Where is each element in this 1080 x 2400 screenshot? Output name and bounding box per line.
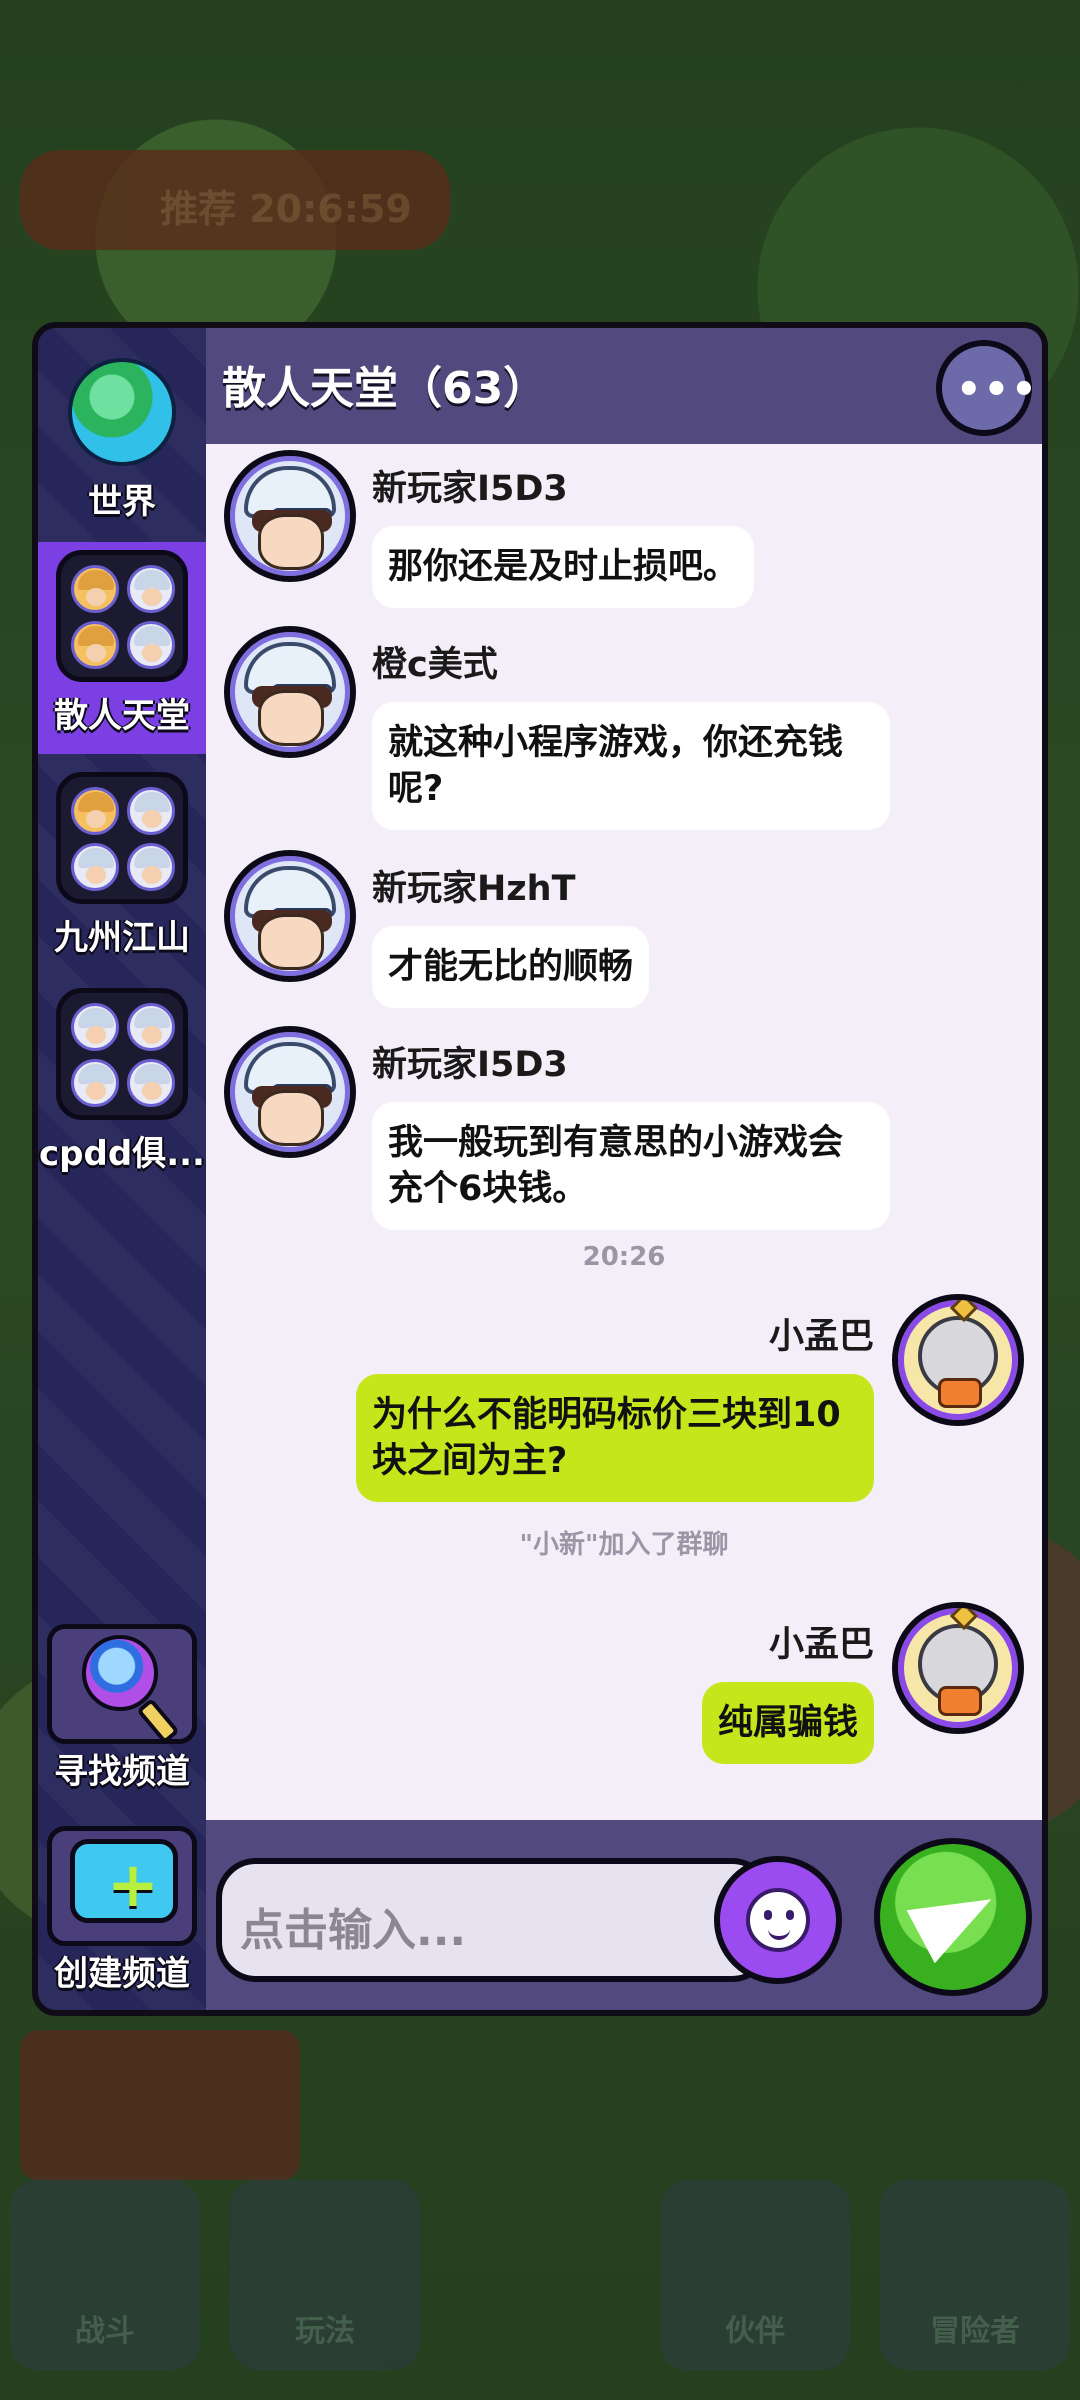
background-tile-label: 战斗	[75, 2314, 135, 2349]
avatar	[127, 621, 175, 669]
chat-area: 散人天堂（63） ••• 新玩家I5D3 那你还是及时止损吧。 橙c美式 就这种	[206, 328, 1042, 2010]
globe-icon	[68, 358, 176, 466]
create-channel-label: 创建频道	[54, 1954, 190, 1994]
message-bubble: 我一般玩到有意思的小游戏会充个6块钱。	[372, 1102, 890, 1230]
channel-avatar-grid	[56, 988, 188, 1120]
background-banner-text: 推荐 20:6:59	[160, 187, 412, 231]
channel-avatar-grid	[56, 772, 188, 904]
more-icon: •••	[956, 367, 1039, 413]
system-notice: "小新"加入了群聊	[519, 1530, 729, 1560]
message-input-placeholder: 点击输入...	[240, 1905, 467, 1956]
background-tile-label: 伙伴	[725, 2314, 785, 2349]
background-tile: 玩法	[230, 2180, 420, 2370]
avatar[interactable]	[224, 450, 356, 582]
message-timestamp: 20:26	[582, 1242, 666, 1272]
message-list[interactable]: 新玩家I5D3 那你还是及时止损吧。 橙c美式 就这种小程序游戏，你还充钱呢? …	[206, 444, 1042, 1820]
message-sender: 小孟巴	[768, 1625, 874, 1665]
channel-sidebar: 世界 散人天堂 九州江山 cpdd俱... 寻找频道 + 创建频道	[38, 328, 206, 2010]
avatar	[71, 843, 119, 891]
background-tile-label: 冒险者	[930, 2314, 1020, 2349]
avatar	[71, 621, 119, 669]
background-tile: 冒险者	[880, 2180, 1070, 2370]
avatar	[71, 1003, 119, 1051]
message-input[interactable]: 点击输入...	[216, 1858, 772, 1982]
send-button[interactable]	[874, 1838, 1032, 1996]
add-chat-icon: +	[47, 1826, 197, 1946]
find-channel-button[interactable]: 寻找频道	[42, 1624, 202, 1793]
background-bottom-bar: 战斗 玩法 伙伴 冒险者	[0, 1960, 1080, 2400]
avatar	[127, 843, 175, 891]
avatar[interactable]	[224, 1026, 356, 1158]
avatar[interactable]	[892, 1294, 1024, 1426]
message-bubble: 为什么不能明码标价三块到10块之间为主?	[356, 1374, 874, 1502]
message-sender: 小孟巴	[768, 1317, 874, 1357]
message-bubble: 才能无比的顺畅	[372, 926, 650, 1008]
message-bubble: 纯属骗钱	[701, 1682, 874, 1764]
avatar[interactable]	[224, 850, 356, 982]
sidebar-item-channel-2[interactable]: 九州江山	[38, 764, 206, 964]
channel-avatar-grid	[56, 550, 188, 682]
message-sender: 橙c美式	[372, 645, 498, 685]
page-title: 散人天堂（63）	[222, 363, 548, 414]
smiley-icon	[746, 1888, 810, 1952]
avatar[interactable]	[224, 626, 356, 758]
sidebar-item-label: cpdd俱...	[39, 1134, 205, 1174]
sidebar-item-channel-3[interactable]: cpdd俱...	[38, 980, 206, 1180]
input-bar: 点击输入...	[206, 1820, 1042, 2010]
background-tile: 战斗	[10, 2180, 200, 2370]
message-bubble: 那你还是及时止损吧。	[372, 526, 755, 608]
message-bubble: 就这种小程序游戏，你还充钱呢?	[372, 702, 890, 830]
avatar	[127, 565, 175, 613]
avatar[interactable]	[892, 1602, 1024, 1734]
paper-plane-icon	[906, 1872, 1006, 1964]
sidebar-item-label: 九州江山	[54, 918, 190, 958]
background-banner: 推荐 20:6:59	[20, 150, 450, 250]
message-sender: 新玩家I5D3	[372, 469, 568, 509]
more-options-button[interactable]: •••	[936, 340, 1039, 436]
chat-header: 散人天堂（63） •••	[206, 328, 1042, 444]
sidebar-item-channel-1[interactable]: 散人天堂	[38, 542, 206, 754]
background-tile: 伙伴	[660, 2180, 850, 2370]
background-tile-label: 玩法	[295, 2314, 355, 2349]
avatar	[127, 1003, 175, 1051]
avatar	[71, 1059, 119, 1107]
find-channel-label: 寻找频道	[54, 1752, 190, 1792]
message-sender: 新玩家I5D3	[372, 1045, 568, 1085]
sidebar-item-label: 散人天堂	[54, 696, 190, 736]
create-channel-button[interactable]: + 创建频道	[42, 1826, 202, 1995]
avatar	[127, 1059, 175, 1107]
avatar	[127, 787, 175, 835]
sidebar-item-world[interactable]: 世界	[38, 328, 206, 538]
message-sender: 新玩家HzhT	[372, 869, 576, 909]
avatar	[71, 787, 119, 835]
sidebar-item-label: 世界	[88, 482, 156, 522]
chat-panel: 世界 散人天堂 九州江山 cpdd俱... 寻找频道 + 创建频道 散人天堂（6…	[32, 322, 1048, 2016]
search-icon	[47, 1624, 197, 1745]
avatar	[71, 565, 119, 613]
emoji-button[interactable]	[714, 1856, 842, 1984]
